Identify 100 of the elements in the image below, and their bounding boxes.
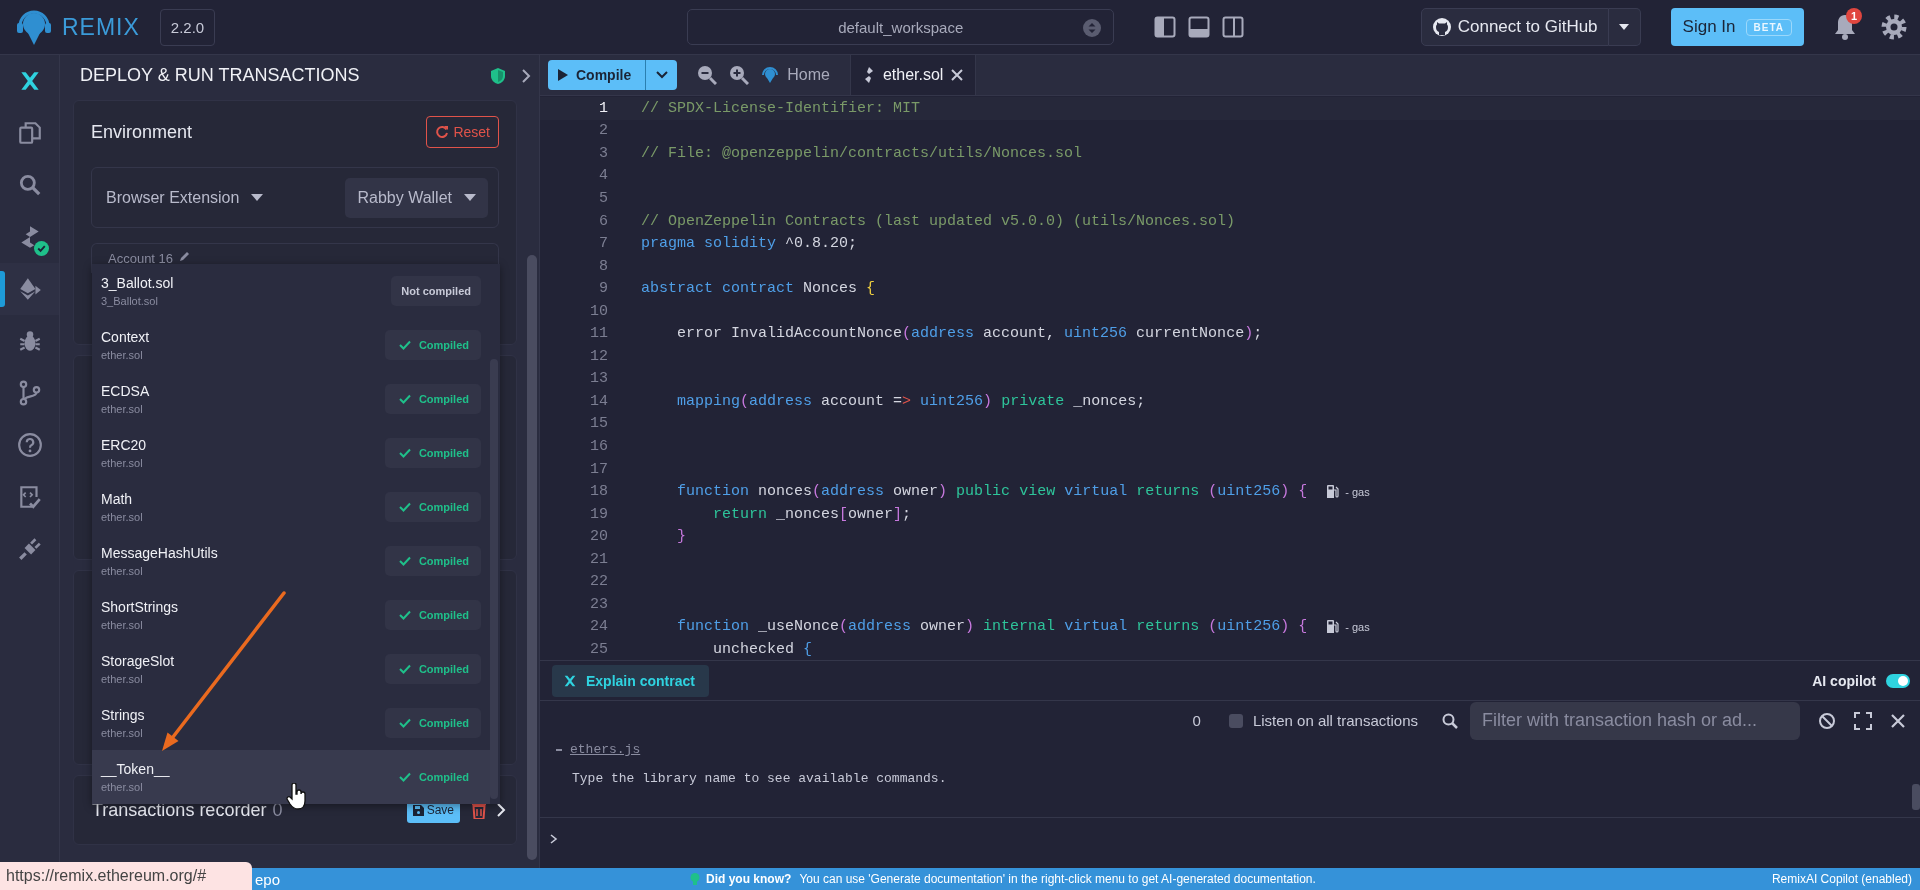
contract-option[interactable]: __Token__ ether.sol Compiled	[92, 750, 490, 804]
gas-pump-icon	[1327, 485, 1340, 499]
contract-option[interactable]: Math ether.sol Compiled	[92, 480, 490, 534]
editor-tab[interactable]: ether.sol	[849, 55, 977, 95]
line-number: 7	[598, 235, 608, 253]
wallet-select[interactable]: Rabby Wallet	[345, 177, 488, 218]
clear-icon[interactable]	[1818, 711, 1836, 730]
file-name: ether.sol	[101, 403, 144, 415]
scrollbar-thumb[interactable]	[1912, 784, 1920, 810]
contract-option[interactable]: Strings ether.sol Compiled	[92, 696, 490, 750]
file-name: ether.sol	[101, 457, 144, 469]
file-name: ether.sol	[101, 349, 144, 361]
status-text: Compiled	[418, 663, 469, 675]
explain-contract-button[interactable]: Explain contract	[552, 664, 709, 697]
library-link[interactable]: ethers.js	[570, 742, 641, 757]
line-number: 3	[598, 144, 608, 162]
github-button[interactable]: Connect to GitHub	[1420, 8, 1609, 46]
line-number: 17	[589, 460, 608, 478]
bullet-icon	[556, 748, 562, 751]
code-line: return _nonces[owner];	[712, 505, 912, 523]
shield-icon	[491, 67, 505, 84]
play-icon	[558, 69, 568, 81]
sidebar-item[interactable]	[0, 263, 59, 315]
contract-name: StorageSlot	[101, 653, 175, 669]
plug-icon[interactable]	[16, 536, 43, 562]
link-tooltip: https://remix.ethereum.org/#	[0, 862, 252, 890]
file-name: 3_Ballot.sol	[101, 295, 159, 307]
editor-tab[interactable]: Home	[749, 55, 842, 95]
line-number: 18	[589, 483, 608, 501]
workspace-select[interactable]: default_workspace	[687, 9, 1115, 45]
file-name: ether.sol	[101, 727, 144, 739]
contract-name: __Token__	[101, 761, 170, 777]
code-line: mapping(address account => uint256) private _nonces;	[676, 392, 1146, 410]
compile-button[interactable]: Compile	[548, 60, 646, 90]
line-number: 9	[598, 280, 608, 298]
filter-field[interactable]: Filter with transaction hash or ad...	[1470, 701, 1800, 740]
reset-button[interactable]: Reset	[426, 116, 499, 148]
caret-button[interactable]	[1608, 8, 1641, 46]
check-icon	[398, 772, 411, 782]
zoom-in-icon[interactable]	[729, 65, 750, 85]
status-text: Compiled	[418, 339, 469, 351]
contract-option[interactable]: MessageHashUtils ether.sol Compiled	[92, 534, 490, 588]
code-line: function nonces(address owner) public view virtual returns (uint256) {	[676, 483, 1308, 501]
file-name: ether.sol	[101, 781, 144, 793]
line-number: 11	[589, 325, 608, 343]
line-number: 4	[598, 167, 608, 185]
status-text: Compiled	[418, 501, 469, 513]
close-icon[interactable]	[1890, 712, 1906, 729]
trash-icon[interactable]	[472, 801, 486, 819]
contract-name: ERC20	[101, 437, 147, 453]
fullscreen-icon[interactable]	[1854, 711, 1872, 730]
contract-name: ShortStrings	[101, 599, 179, 615]
files-icon[interactable]	[16, 120, 43, 146]
bottom-panel-icon[interactable]	[1188, 16, 1211, 38]
contract-option[interactable]: ERC20 ether.sol Compiled	[92, 426, 490, 480]
line-number: 13	[589, 370, 608, 388]
panel-title: DEPLOY & RUN TRANSACTIONS	[80, 65, 360, 86]
tip-title: Did you know?	[706, 872, 792, 886]
environment-select[interactable]: Browser Extension	[106, 177, 264, 218]
line-number: 10	[589, 302, 608, 320]
help-icon[interactable]	[16, 432, 43, 458]
line-number: 5	[598, 189, 608, 207]
right-panel-icon[interactable]	[1222, 16, 1245, 38]
active-indicator	[0, 271, 5, 307]
zoom-out-icon[interactable]	[697, 65, 718, 85]
file-name: ether.sol	[101, 619, 144, 631]
code-line: }	[676, 528, 686, 546]
code-line: // SPDX-License-Identifier: MIT	[641, 99, 921, 117]
close-icon[interactable]	[951, 69, 964, 81]
pencil-icon[interactable]	[179, 251, 191, 262]
file-name: ether.sol	[101, 565, 144, 577]
status-text: Compiled	[418, 555, 469, 567]
status-text: epo	[255, 870, 281, 888]
contract-name: MessageHashUtils	[101, 545, 218, 561]
scrollbar-thumb[interactable]	[527, 255, 537, 860]
line-number: 6	[598, 212, 608, 230]
copilot-toggle[interactable]	[1886, 673, 1910, 688]
contract-option[interactable]: Context ether.sol Compiled	[92, 318, 490, 372]
contract-option[interactable]: ShortStrings ether.sol Compiled	[92, 588, 490, 642]
contract-option[interactable]: ECDSA ether.sol Compiled	[92, 372, 490, 426]
chevron-right-icon[interactable]	[521, 68, 531, 83]
status-text: Compiled	[418, 771, 469, 783]
code-line: function _useNonce(address owner) internal virtual returns (uint256) {	[676, 618, 1308, 636]
tip-text: You can use 'Generate documentation' in the right-click menu to get AI-generated documentation.	[799, 872, 1316, 886]
contract-option[interactable]: StorageSlot ether.sol Compiled	[92, 642, 490, 696]
settings-icon[interactable]	[1880, 13, 1908, 41]
line-number: 8	[598, 257, 608, 275]
listen-checkbox[interactable]	[1228, 713, 1243, 728]
check-badge-icon	[34, 241, 49, 256]
check-icon	[398, 340, 411, 350]
code-line: unchecked {	[712, 640, 813, 658]
compile-options-button[interactable]	[645, 60, 678, 90]
checkbox-label: Listen on all transactions	[1252, 712, 1418, 729]
contract-option[interactable]: 3_Ballot.sol 3_Ballot.sol Not compiled	[92, 264, 490, 318]
status-text: Compiled	[418, 609, 469, 621]
left-panel-icon[interactable]	[1154, 16, 1177, 38]
status-text: Compiled	[418, 393, 469, 405]
gas-estimate[interactable]: - gas	[1345, 620, 1370, 633]
sign-in-button[interactable]: Sign In BETA	[1670, 8, 1804, 46]
gas-estimate[interactable]: - gas	[1345, 485, 1370, 498]
